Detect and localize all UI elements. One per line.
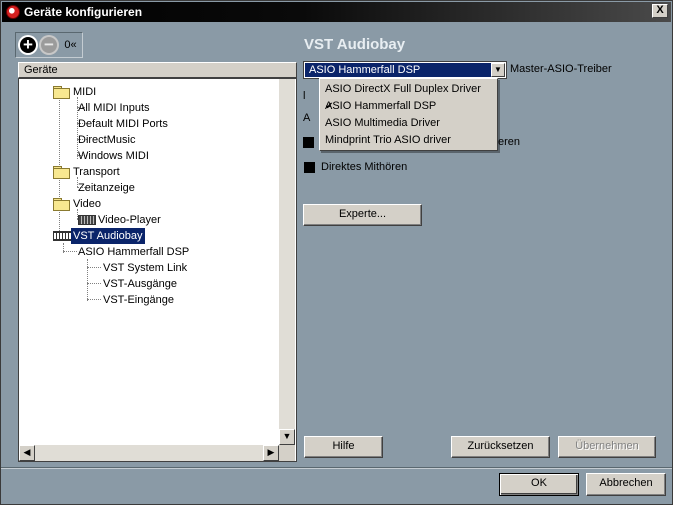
driver-option-label: ASIO Hammerfall DSP <box>325 100 437 112</box>
tree-connector <box>63 251 77 252</box>
device-tree-header[interactable]: Geräte <box>18 62 297 78</box>
help-button[interactable]: Hilfe <box>304 436 383 458</box>
tree-item-vst-system-link[interactable]: VST System Link <box>103 260 187 276</box>
tree-item-label: Video-Player <box>98 214 161 226</box>
app-logo-icon <box>6 5 20 19</box>
scroll-down-button[interactable]: ▼ <box>279 429 295 445</box>
tree-connector <box>87 299 101 300</box>
tree-horizontal-scrollbar[interactable]: ◀ ▶ <box>19 445 279 461</box>
direct-monitoring-label: Direktes Mithören <box>321 161 408 173</box>
film-icon <box>78 215 96 225</box>
asio-driver-dropdown: ASIO DirectX Full Duplex Driver ✔ ASIO H… <box>319 78 498 151</box>
tree-item-all-midi-inputs[interactable]: All MIDI Inputs <box>78 100 150 116</box>
minus-icon: − <box>44 35 54 54</box>
tree-vertical-scrollbar[interactable]: ▼ <box>279 79 295 445</box>
scrollbar-corner <box>279 445 295 461</box>
folder-icon <box>53 86 70 99</box>
tree-connector <box>59 91 60 239</box>
tree-item-label: Transport <box>73 166 120 178</box>
apply-button[interactable]: Übernehmen <box>558 436 656 458</box>
obscured-checkbox-label: eren <box>498 136 521 148</box>
direct-monitoring-checkbox[interactable] <box>304 162 315 173</box>
ok-button[interactable]: OK <box>499 473 579 496</box>
audio-icon <box>53 231 71 241</box>
scroll-right-button[interactable]: ▶ <box>263 445 279 461</box>
reset-devices-button[interactable]: 0« <box>60 35 81 55</box>
close-button[interactable]: X <box>652 4 668 18</box>
tree-item-windows-midi[interactable]: Windows MIDI <box>78 148 149 164</box>
asio-driver-label: Master-ASIO-Treiber <box>510 63 612 75</box>
tree-item-vst-ausgaenge[interactable]: VST-Ausgänge <box>103 276 177 292</box>
driver-option[interactable]: ASIO DirectX Full Duplex Driver <box>321 81 496 98</box>
tree-item-zeitanzeige[interactable]: Zeitanzeige <box>78 180 135 196</box>
obscured-text: A <box>303 112 311 124</box>
asio-driver-value: ASIO Hammerfall DSP <box>305 63 491 77</box>
tree-item-label: MIDI <box>73 86 97 98</box>
tree-item-vst-eingaenge[interactable]: VST-Eingänge <box>103 292 174 308</box>
driver-option-label: ASIO Multimedia Driver <box>325 117 440 129</box>
tree-connector <box>87 267 101 268</box>
reset-button[interactable]: Zurücksetzen <box>451 436 550 458</box>
tree-connector <box>87 283 101 284</box>
cancel-button[interactable]: Abbrechen <box>586 473 666 496</box>
obscured-text: l <box>303 90 306 102</box>
folder-icon <box>53 198 70 211</box>
plus-icon: + <box>23 35 33 54</box>
scroll-left-button[interactable]: ◀ <box>19 445 35 461</box>
driver-option[interactable]: ASIO Multimedia Driver <box>321 115 496 132</box>
driver-option[interactable]: ✔ ASIO Hammerfall DSP <box>321 98 496 115</box>
footer-divider <box>1 467 672 469</box>
tree-item-asio-hammerfall[interactable]: ASIO Hammerfall DSP <box>78 244 189 260</box>
window-title: Geräte konfigurieren <box>24 5 143 19</box>
title-bar[interactable]: Geräte konfigurieren X <box>2 2 671 22</box>
section-title: VST Audiobay <box>304 36 406 53</box>
tree-item-label: VST Audiobay <box>71 228 145 244</box>
folder-icon <box>53 166 70 179</box>
remove-device-button[interactable]: − <box>39 35 59 55</box>
chevron-down-icon[interactable]: ▼ <box>491 63 505 77</box>
driver-option-label: Mindprint Trio ASIO driver <box>325 134 451 146</box>
driver-option[interactable]: Mindprint Trio ASIO driver <box>321 132 496 149</box>
add-device-button[interactable]: + <box>18 35 38 55</box>
obscured-checkbox[interactable] <box>303 137 314 148</box>
device-tree: MIDI All MIDI Inputs Default MIDI Ports … <box>18 78 297 462</box>
tree-connector <box>87 259 88 301</box>
tree-item-label: Video <box>73 198 101 210</box>
tree-item-directmusic[interactable]: DirectMusic <box>78 132 135 148</box>
device-config-window: Geräte konfigurieren X + − 0« Geräte MID… <box>0 0 673 505</box>
tree-item-default-midi-ports[interactable]: Default MIDI Ports <box>78 116 168 132</box>
expert-button[interactable]: Experte... <box>303 204 422 226</box>
asio-driver-select[interactable]: ASIO Hammerfall DSP ▼ <box>303 61 507 79</box>
driver-option-label: ASIO DirectX Full Duplex Driver <box>325 83 481 95</box>
